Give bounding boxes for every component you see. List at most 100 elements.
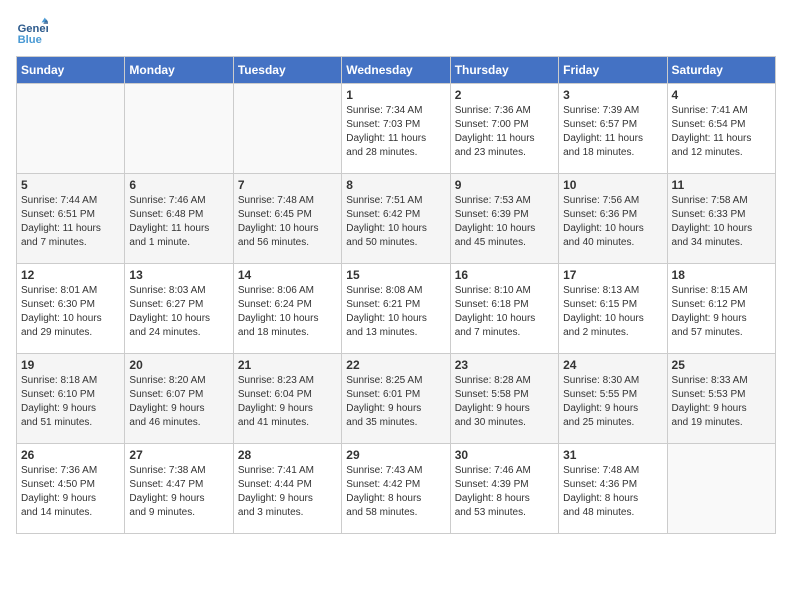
day-info: Sunrise: 8:20 AM Sunset: 6:07 PM Dayligh…: [129, 374, 228, 430]
day-info: Sunrise: 7:58 AM Sunset: 6:33 PM Dayligh…: [672, 194, 771, 250]
day-number: 15: [346, 268, 445, 282]
day-number: 8: [346, 178, 445, 192]
calendar-day-cell: 19Sunrise: 8:18 AM Sunset: 6:10 PM Dayli…: [17, 354, 125, 444]
day-number: 16: [455, 268, 554, 282]
day-info: Sunrise: 8:23 AM Sunset: 6:04 PM Dayligh…: [238, 374, 337, 430]
calendar-day-cell: 15 Sunrise: 8:08 AM Sunset: 6:21 PM Dayli…: [342, 264, 450, 354]
day-info: Sunrise: 7:48 AM Sunset: 6:45 PM Dayligh…: [238, 194, 337, 250]
day-info: Sunrise: 8:28 AM Sunset: 5:58 PM Dayligh…: [455, 374, 554, 430]
weekday-header: Sunday: [17, 57, 125, 84]
weekday-header: Thursday: [450, 57, 558, 84]
day-number: 31: [563, 448, 662, 462]
calendar-week-row: 5 Sunrise: 7:44 AM Sunset: 6:51 PM Daylig…: [17, 174, 776, 264]
calendar-day-cell: 4Sunrise: 7:41 AM Sunset: 6:54 PM Daylig…: [667, 84, 775, 174]
day-info: Sunrise: 7:48 AM Sunset: 4:36 PM Dayligh…: [563, 464, 662, 520]
calendar-day-cell: 5 Sunrise: 7:44 AM Sunset: 6:51 PM Daylig…: [17, 174, 125, 264]
logo: General Blue: [16, 16, 52, 48]
day-number: 17: [563, 268, 662, 282]
calendar-day-cell: 7 Sunrise: 7:48 AM Sunset: 6:45 PM Daylig…: [233, 174, 341, 264]
calendar-day-cell: 11 Sunrise: 7:58 AM Sunset: 6:33 PM Dayli…: [667, 174, 775, 264]
calendar-day-cell: 12 Sunrise: 8:01 AM Sunset: 6:30 PM Dayli…: [17, 264, 125, 354]
day-info: Sunrise: 7:39 AM Sunset: 6:57 PM Dayligh…: [563, 104, 662, 160]
calendar-day-cell: 21Sunrise: 8:23 AM Sunset: 6:04 PM Dayli…: [233, 354, 341, 444]
day-info: Sunrise: 8:03 AM Sunset: 6:27 PM Dayligh…: [129, 284, 228, 340]
day-number: 10: [563, 178, 662, 192]
day-info: Sunrise: 8:13 AM Sunset: 6:15 PM Dayligh…: [563, 284, 662, 340]
day-number: 3: [563, 88, 662, 102]
day-info: Sunrise: 8:10 AM Sunset: 6:18 PM Dayligh…: [455, 284, 554, 340]
day-info: Sunrise: 8:06 AM Sunset: 6:24 PM Dayligh…: [238, 284, 337, 340]
calendar-day-cell: 13Sunrise: 8:03 AM Sunset: 6:27 PM Dayli…: [125, 264, 233, 354]
day-number: 1: [346, 88, 445, 102]
day-info: Sunrise: 8:01 AM Sunset: 6:30 PM Dayligh…: [21, 284, 120, 340]
day-number: 4: [672, 88, 771, 102]
calendar-day-cell: [125, 84, 233, 174]
day-number: 2: [455, 88, 554, 102]
day-info: Sunrise: 7:51 AM Sunset: 6:42 PM Dayligh…: [346, 194, 445, 250]
calendar-day-cell: 30 Sunrise: 7:46 AM Sunset: 4:39 PM Dayli…: [450, 444, 558, 534]
day-number: 11: [672, 178, 771, 192]
day-info: Sunrise: 7:41 AM Sunset: 4:44 PM Dayligh…: [238, 464, 337, 520]
day-info: Sunrise: 8:25 AM Sunset: 6:01 PM Dayligh…: [346, 374, 445, 430]
day-number: 27: [129, 448, 228, 462]
day-info: Sunrise: 7:43 AM Sunset: 4:42 PM Dayligh…: [346, 464, 445, 520]
day-number: 26: [21, 448, 120, 462]
day-number: 25: [672, 358, 771, 372]
day-info: Sunrise: 7:46 AM Sunset: 6:48 PM Dayligh…: [129, 194, 228, 250]
page-header: General Blue: [16, 16, 776, 48]
calendar-day-cell: 16 Sunrise: 8:10 AM Sunset: 6:18 PM Dayli…: [450, 264, 558, 354]
day-info: Sunrise: 8:08 AM Sunset: 6:21 PM Dayligh…: [346, 284, 445, 340]
calendar-day-cell: 10 Sunrise: 7:56 AM Sunset: 6:36 PM Dayli…: [559, 174, 667, 264]
day-info: Sunrise: 8:18 AM Sunset: 6:10 PM Dayligh…: [21, 374, 120, 430]
svg-text:General: General: [18, 23, 48, 35]
day-number: 28: [238, 448, 337, 462]
day-info: Sunrise: 8:15 AM Sunset: 6:12 PM Dayligh…: [672, 284, 771, 340]
day-info: Sunrise: 8:33 AM Sunset: 5:53 PM Dayligh…: [672, 374, 771, 430]
calendar-day-cell: 24 Sunrise: 8:30 AM Sunset: 5:55 PM Dayli…: [559, 354, 667, 444]
weekday-header: Friday: [559, 57, 667, 84]
calendar-day-cell: [233, 84, 341, 174]
calendar-day-cell: 2 Sunrise: 7:36 AM Sunset: 7:00 PM Daylig…: [450, 84, 558, 174]
day-info: Sunrise: 7:36 AM Sunset: 7:00 PM Dayligh…: [455, 104, 554, 160]
day-info: Sunrise: 7:34 AM Sunset: 7:03 PM Dayligh…: [346, 104, 445, 160]
day-info: Sunrise: 7:44 AM Sunset: 6:51 PM Dayligh…: [21, 194, 120, 250]
svg-text:Blue: Blue: [18, 34, 42, 46]
calendar-day-cell: 8 Sunrise: 7:51 AM Sunset: 6:42 PM Daylig…: [342, 174, 450, 264]
calendar-day-cell: 27 Sunrise: 7:38 AM Sunset: 4:47 PM Dayli…: [125, 444, 233, 534]
day-number: 29: [346, 448, 445, 462]
calendar-header-row: SundayMondayTuesdayWednesdayThursdayFrid…: [17, 57, 776, 84]
calendar-week-row: 12 Sunrise: 8:01 AM Sunset: 6:30 PM Dayli…: [17, 264, 776, 354]
calendar-week-row: 1 Sunrise: 7:34 AM Sunset: 7:03 PM Daylig…: [17, 84, 776, 174]
calendar-week-row: 19Sunrise: 8:18 AM Sunset: 6:10 PM Dayli…: [17, 354, 776, 444]
calendar-body: 1 Sunrise: 7:34 AM Sunset: 7:03 PM Daylig…: [17, 84, 776, 534]
calendar-day-cell: 28 Sunrise: 7:41 AM Sunset: 4:44 PM Dayli…: [233, 444, 341, 534]
calendar-day-cell: 14 Sunrise: 8:06 AM Sunset: 6:24 PM Dayli…: [233, 264, 341, 354]
day-number: 30: [455, 448, 554, 462]
day-info: Sunrise: 7:38 AM Sunset: 4:47 PM Dayligh…: [129, 464, 228, 520]
weekday-header: Wednesday: [342, 57, 450, 84]
day-info: Sunrise: 7:56 AM Sunset: 6:36 PM Dayligh…: [563, 194, 662, 250]
calendar-table: SundayMondayTuesdayWednesdayThursdayFrid…: [16, 56, 776, 534]
day-number: 24: [563, 358, 662, 372]
calendar-day-cell: [17, 84, 125, 174]
calendar-day-cell: 29 Sunrise: 7:43 AM Sunset: 4:42 PM Dayli…: [342, 444, 450, 534]
day-number: 14: [238, 268, 337, 282]
calendar-day-cell: 18 Sunrise: 8:15 AM Sunset: 6:12 PM Dayli…: [667, 264, 775, 354]
weekday-header: Saturday: [667, 57, 775, 84]
calendar-day-cell: 23 Sunrise: 8:28 AM Sunset: 5:58 PM Dayli…: [450, 354, 558, 444]
day-info: Sunrise: 7:46 AM Sunset: 4:39 PM Dayligh…: [455, 464, 554, 520]
calendar-day-cell: 9Sunrise: 7:53 AM Sunset: 6:39 PM Daylig…: [450, 174, 558, 264]
day-number: 7: [238, 178, 337, 192]
day-number: 5: [21, 178, 120, 192]
day-number: 18: [672, 268, 771, 282]
calendar-day-cell: [667, 444, 775, 534]
calendar-week-row: 26Sunrise: 7:36 AM Sunset: 4:50 PM Dayli…: [17, 444, 776, 534]
day-number: 23: [455, 358, 554, 372]
calendar-day-cell: 17 Sunrise: 8:13 AM Sunset: 6:15 PM Dayli…: [559, 264, 667, 354]
calendar-day-cell: 20Sunrise: 8:20 AM Sunset: 6:07 PM Dayli…: [125, 354, 233, 444]
day-info: Sunrise: 7:53 AM Sunset: 6:39 PM Dayligh…: [455, 194, 554, 250]
day-number: 22: [346, 358, 445, 372]
calendar-day-cell: 1 Sunrise: 7:34 AM Sunset: 7:03 PM Daylig…: [342, 84, 450, 174]
day-number: 12: [21, 268, 120, 282]
day-info: Sunrise: 8:30 AM Sunset: 5:55 PM Dayligh…: [563, 374, 662, 430]
